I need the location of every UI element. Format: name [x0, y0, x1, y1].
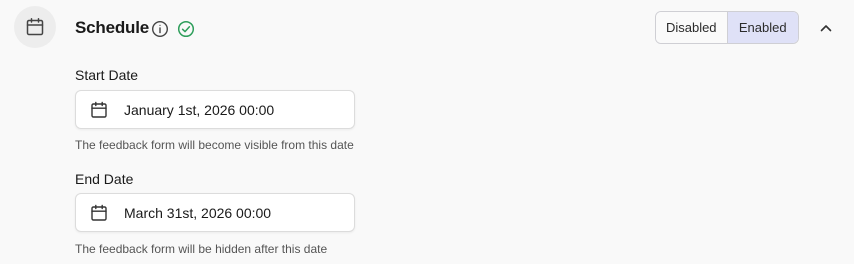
schedule-section: Schedule Disabled Enabled Start Date Jan…: [0, 0, 854, 264]
end-date-picker[interactable]: March 31st, 2026 00:00: [75, 193, 355, 232]
check-circle-icon: [177, 20, 195, 38]
chevron-up-icon[interactable]: [816, 18, 836, 38]
calendar-icon: [91, 204, 107, 221]
enabled-toggle: Disabled Enabled: [655, 11, 799, 44]
disabled-option-button[interactable]: Disabled: [656, 12, 728, 43]
start-date-helper-text: The feedback form will become visible fr…: [75, 138, 354, 152]
end-date-helper-text: The feedback form will be hidden after t…: [75, 242, 328, 256]
enabled-option-button[interactable]: Enabled: [727, 12, 798, 43]
section-icon-badge: [14, 6, 56, 48]
start-date-picker[interactable]: January 1st, 2026 00:00: [75, 90, 355, 129]
calendar-icon: [26, 18, 44, 36]
info-icon[interactable]: [151, 20, 169, 38]
end-date-label: End Date: [75, 171, 134, 187]
start-date-label: Start Date: [75, 67, 139, 83]
calendar-icon: [91, 101, 107, 118]
end-date-value: March 31st, 2026 00:00: [124, 204, 272, 221]
start-date-value: January 1st, 2026 00:00: [124, 101, 275, 118]
section-title: Schedule: [75, 18, 149, 37]
